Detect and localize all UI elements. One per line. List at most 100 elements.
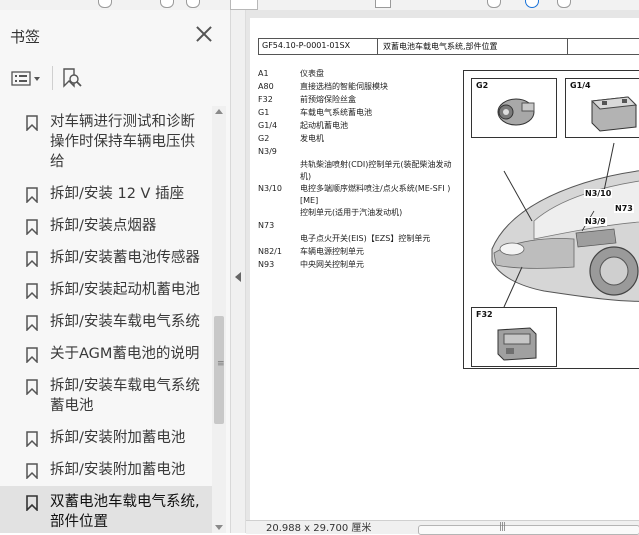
panel-title: 书签 [10,28,41,46]
zoom-in-icon[interactable] [525,0,539,8]
toolbar-fragment-icon[interactable] [98,0,112,8]
scroll-down-arrow[interactable] [215,525,223,530]
g1-4-inset: G1/4 [565,78,639,138]
legend-row: N82/1 车辆电源控制单元 [258,246,458,259]
legend-desc: 起动机蓄电池 [300,121,348,130]
bookmark-item[interactable]: 拆卸/安装附加蓄电池 [0,454,212,486]
legend-desc: 电控多端顺序燃料喷注/点火系统(ME-SFI )[ME] [300,184,451,205]
page-number-field[interactable] [230,0,258,10]
bookmark-item[interactable]: 拆卸/安装车载电气系统蓄电池 [0,370,212,422]
legend-code: A80 [258,82,274,91]
grip-icon: ≡ [217,359,225,369]
panel-collapse-handle[interactable] [231,10,246,533]
bookmark-icon [26,463,38,479]
bookmark-item[interactable]: 拆卸/安装起动机蓄电池 [0,274,212,306]
legend-row: A80 直接选档的智能伺服模块 [258,81,458,94]
toolbar-tool-icon-2[interactable] [487,0,501,8]
bookmark-icon [26,379,38,395]
legend-desc: 共轨柴油喷射(CDI)控制单元(装配柴油发动机) [300,160,452,181]
component-location-figure: G2 G1/4 F32 N3/10 N73 N3/9 [463,70,639,369]
scroll-up-arrow[interactable] [215,109,223,114]
bookmark-icon [26,315,38,331]
bookmark-icon [26,347,38,363]
page-up-icon[interactable] [160,0,174,8]
legend-code: G2 [258,134,270,143]
scroll-thumb[interactable]: ≡ [214,316,225,424]
bookmark-label: 拆卸/安装附加蓄电池 [50,462,186,478]
legend-code: A1 [258,69,269,78]
legend-desc: 前预熔保险丝盒 [300,95,356,104]
legend-code: N3/10 [258,184,282,193]
bookmark-label: 关于AGM蓄电池的说明 [50,346,200,362]
page-size-readout: 20.988 x 29.700 厘米 [266,523,372,534]
bookmark-item[interactable]: 拆卸/安装 12 V 插座 [0,178,212,210]
bookmark-icon [26,283,38,299]
doc-title: 双蓄电池车载电气系统,部件位置 [383,42,498,51]
toolbar-tool-icon[interactable] [375,0,391,8]
horizontal-scrollbar[interactable]: ||| [418,522,639,535]
legend-code: N93 [258,260,275,269]
bookmark-icon [26,187,38,203]
component-legend: A1 仪表盘 A80 直接选档的智能伺服模块 F32 前预熔保险丝盒 G1 车载电气系统… [258,68,458,272]
bookmark-item[interactable]: 拆卸/安装车载电气系统 [0,306,212,338]
f32-inset: F32 [471,307,557,367]
label-n3-10: N3/10 [584,189,613,198]
legend-row: N93 中央网关控制单元 [258,259,458,272]
zoom-out-icon[interactable] [557,0,571,8]
starter-battery-image [590,96,638,132]
legend-row: N73 [258,220,458,233]
label-n73: N73 [614,204,634,213]
grip-icon: ||| [499,522,506,532]
legend-code: N73 [258,221,275,230]
legend-row: A1 仪表盘 [258,68,458,81]
bookmark-label: 双蓄电池车载电气系统,部件位置 [50,494,200,530]
legend-desc: 车辆电源控制单元 [300,247,364,256]
legend-desc: 车载电气系统蓄电池 [300,108,372,117]
bookmark-list: 对车辆进行测试和诊断操作时保持车辆电压供给 拆卸/安装 12 V 插座 拆卸/安… [0,106,212,533]
legend-row: N3/10 电控多端顺序燃料喷注/点火系统(ME-SFI )[ME] [258,183,458,207]
bookmark-item[interactable]: 对车辆进行测试和诊断操作时保持车辆电压供给 [0,106,212,178]
legend-row: 电子点火开关(EIS)【EZS】控制单元 [258,233,458,246]
legend-code: N82/1 [258,247,282,256]
bookmark-label: 对车辆进行测试和诊断操作时保持车辆电压供给 [50,114,195,170]
bookmark-label: 拆卸/安装蓄电池传感器 [50,250,200,266]
legend-desc: 控制单元(适用于汽油发动机) [300,208,403,217]
alternator-image [497,98,535,126]
bookmark-item[interactable]: 拆卸/安装附加蓄电池 [0,422,212,454]
bookmark-item[interactable]: 拆卸/安装点烟器 [0,210,212,242]
legend-row: G1 车载电气系统蓄电池 [258,107,458,120]
bookmark-item-selected[interactable]: 双蓄电池车载电气系统,部件位置 [0,486,212,533]
legend-desc: 发电机 [300,134,324,143]
collapse-arrow-icon [235,272,241,282]
document-view[interactable]: GF54.10-P-0001-01SX 双蓄电池车载电气系统,部件位置 A1 仪表… [246,10,639,520]
bookmark-icon [26,115,38,131]
doc-header-table: GF54.10-P-0001-01SX 双蓄电池车载电气系统,部件位置 [258,38,639,55]
legend-row: G1/4 起动机蓄电池 [258,120,458,133]
options-menu-button[interactable] [10,66,44,90]
bookmark-label: 拆卸/安装附加蓄电池 [50,430,186,446]
fuse-box-image [497,327,537,361]
bookmark-item[interactable]: 关于AGM蓄电池的说明 [0,338,212,370]
bookmark-label: 拆卸/安装 12 V 插座 [50,186,185,202]
find-bookmark-button[interactable] [60,66,84,90]
bookmark-icon [26,219,38,235]
status-bar: 20.988 x 29.700 厘米 ||| [246,520,639,535]
legend-row: 共轨柴油喷射(CDI)控制单元(装配柴油发动机) [258,159,458,183]
close-icon[interactable] [192,22,216,46]
bookmark-item[interactable]: 拆卸/安装蓄电池传感器 [0,242,212,274]
bookmark-icon [26,251,38,267]
legend-row: F32 前预熔保险丝盒 [258,94,458,107]
page-down-icon[interactable] [186,0,200,8]
legend-code: N3/9 [258,147,277,156]
document-page: GF54.10-P-0001-01SX 双蓄电池车载电气系统,部件位置 A1 仪表… [250,18,639,520]
legend-code: G1/4 [258,121,278,130]
bookmark-icon [26,495,38,511]
legend-row: 控制单元(适用于汽油发动机) [258,207,458,220]
find-bookmark-icon [63,68,82,88]
bookmark-scrollbar[interactable]: ≡ [212,106,226,533]
legend-row: N3/9 [258,146,458,159]
bookmark-label: 拆卸/安装车载电气系统 [50,314,200,330]
bookmark-icon [26,431,38,447]
legend-code: G1 [258,108,270,117]
legend-desc: 电子点火开关(EIS)【EZS】控制单元 [300,234,431,243]
